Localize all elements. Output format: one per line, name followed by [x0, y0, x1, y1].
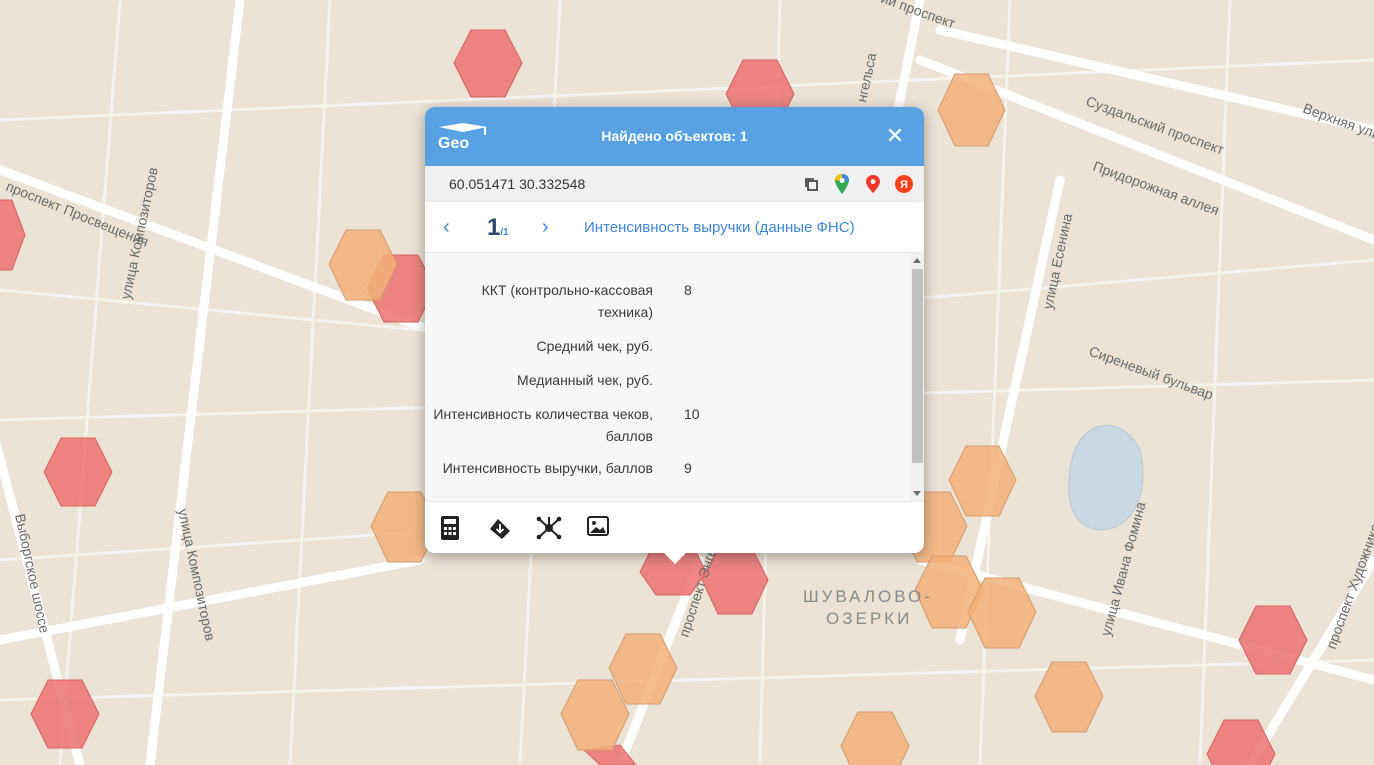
- network-icon[interactable]: [536, 515, 562, 541]
- attribute-label: Интенсивность выручки, баллов: [442, 460, 653, 476]
- attribute-value: 9: [684, 460, 692, 476]
- coordinates-actions: Я: [801, 174, 914, 194]
- attribute-label: ККТ (контрольно-кассовая техника): [481, 282, 653, 320]
- feature-info-popup: Geo Найдено объектов: 1 ✕ 60.051471 30.3…: [425, 107, 924, 553]
- popup-title: Найдено объектов: 1: [601, 128, 748, 144]
- attribute-value: [653, 369, 684, 391]
- svg-text:Я: Я: [900, 179, 908, 191]
- attribute-row: Интенсивность выручки, баллов 9: [425, 457, 910, 479]
- popup-pointer: [663, 552, 687, 564]
- attribute-label: Интенсивность количества чеков, баллов: [433, 406, 653, 444]
- district-label: ОЗЕРКИ: [826, 609, 912, 628]
- page-total: /1: [500, 227, 509, 238]
- district-label: ШУВАЛОВО-: [803, 587, 933, 606]
- attribute-label: Средний чек, руб.: [536, 338, 653, 354]
- map-pin-icon[interactable]: [863, 174, 883, 194]
- layer-name-link[interactable]: Интенсивность выручки (данные ФНС): [584, 219, 855, 236]
- image-icon[interactable]: [586, 515, 612, 541]
- scrollbar[interactable]: [910, 253, 924, 501]
- scroll-down-arrow[interactable]: [913, 491, 921, 496]
- attribute-value: 10: [684, 406, 700, 422]
- coordinates-bar: 60.051471 30.332548 Я: [425, 166, 924, 202]
- calculator-icon[interactable]: [438, 515, 464, 541]
- close-button[interactable]: ✕: [884, 125, 906, 147]
- attribute-row: Средний чек, руб.: [425, 335, 910, 357]
- attribute-row: Интенсивность количества чеков, баллов 1…: [425, 403, 910, 447]
- attribute-value: 8: [684, 282, 692, 298]
- scroll-up-arrow[interactable]: [913, 258, 921, 263]
- attributes-panel[interactable]: ККТ (контрольно-кассовая техника) 8 Сред…: [425, 253, 910, 501]
- next-object-button[interactable]: ›: [542, 216, 549, 239]
- download-icon[interactable]: [487, 515, 513, 541]
- attribute-value: [653, 335, 684, 357]
- prev-object-button[interactable]: ‹: [443, 216, 450, 239]
- popup-header: Geo Найдено объектов: 1 ✕: [425, 107, 924, 166]
- yandex-icon[interactable]: Я: [894, 174, 914, 194]
- attribute-row: ККТ (контрольно-кассовая техника) 8: [425, 279, 910, 323]
- google-maps-icon[interactable]: [832, 174, 852, 194]
- page-indicator: 1/1: [487, 214, 509, 242]
- popup-toolbar: [425, 501, 924, 553]
- coordinates-text: 60.051471 30.332548: [449, 176, 586, 192]
- page-number: 1: [487, 214, 501, 241]
- scrollbar-thumb[interactable]: [912, 269, 923, 463]
- copy-icon[interactable]: [801, 174, 821, 194]
- attribute-row: Медианный чек, руб.: [425, 369, 910, 391]
- object-navigation: ‹ 1/1 › Интенсивность выручки (данные ФН…: [425, 202, 924, 253]
- attribute-label: Медианный чек, руб.: [517, 372, 653, 388]
